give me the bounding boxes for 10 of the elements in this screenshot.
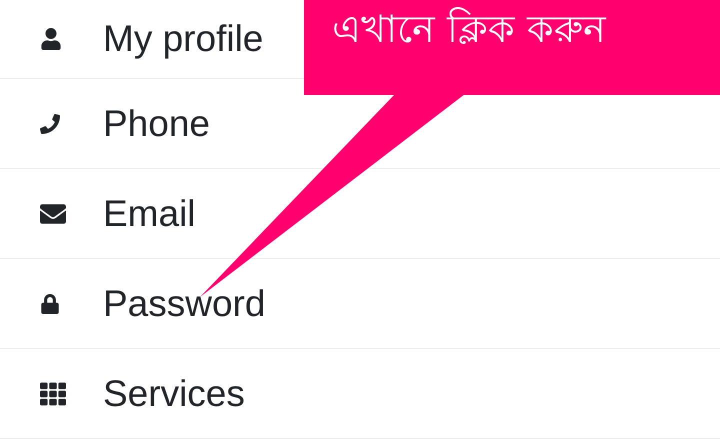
- menu-item[interactable]: Services: [103, 372, 245, 414]
- menu-item[interactable]: Password: [103, 282, 266, 324]
- menu-item[interactable]: Email: [103, 192, 196, 234]
- grid-icon: [40, 380, 66, 406]
- callout: এখানে ক্লিক করুন: [304, 0, 720, 95]
- user-icon: [40, 28, 62, 50]
- menu-item[interactable]: Phone: [103, 102, 210, 144]
- lock-icon: [40, 294, 60, 314]
- phone-icon: [40, 114, 60, 134]
- menu-item[interactable]: My profile: [103, 18, 264, 60]
